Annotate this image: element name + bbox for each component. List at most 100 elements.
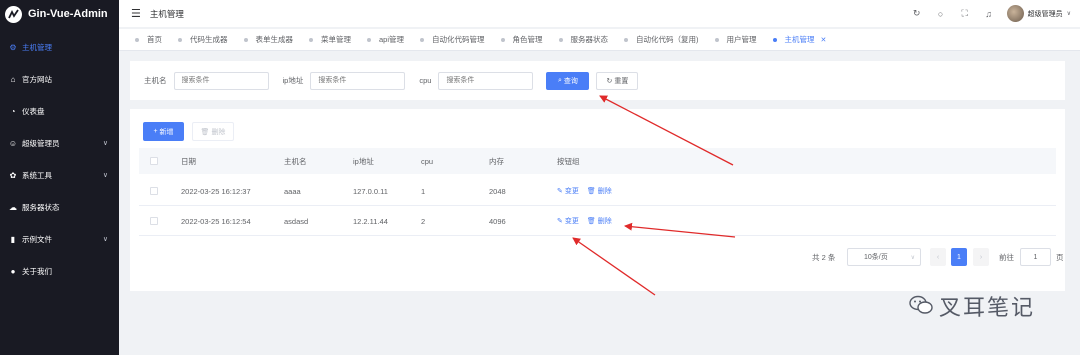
tab-dot-icon (558, 37, 563, 42)
sidebar-item-label: 示例文件 (22, 234, 52, 244)
fullscreen-icon[interactable]: ⛶ (953, 8, 977, 19)
chevron-down-icon: ∨ (102, 140, 108, 147)
page-suffix: 页 (1056, 252, 1064, 262)
sidebar-item-label: 超级管理员 (22, 138, 60, 148)
refresh-icon: ↻ (606, 77, 613, 85)
watermark: 叉耳笔记 (909, 288, 1035, 324)
sidebar-item-example-files[interactable]: ▮ 示例文件 ∨ (0, 223, 119, 255)
page-size-select[interactable]: 10条/页 ∨ (847, 248, 921, 266)
tab-auto-code-management[interactable]: 自动化代码管理 (412, 29, 493, 51)
table-row: 2022-03-25 16:12:37 aaaa 127.0.0.11 1 20… (139, 177, 1056, 206)
sidebar-item-system-tools[interactable]: ✿ 系统工具 ∨ (0, 159, 119, 191)
tab-dot-icon (714, 37, 719, 42)
tab-auto-code-reuse[interactable]: 自动化代码（复用) (616, 29, 707, 51)
select-all-checkbox[interactable] (150, 148, 158, 174)
col-actions: 按钮组 (557, 156, 580, 166)
tab-label: 主机管理 (784, 35, 815, 44)
host-search-input[interactable] (173, 71, 269, 90)
col-host: 主机名 (284, 156, 307, 166)
tab-label: 代码生成器 (190, 35, 228, 44)
sidebar-item-dashboard[interactable]: ◔ 仪表盘 (0, 95, 119, 127)
checkbox[interactable] (150, 157, 158, 165)
search-icon[interactable]: ○ (929, 9, 953, 19)
add-button[interactable]: + 新增 (143, 122, 184, 141)
cell-cpu: 2 (421, 216, 426, 226)
row-checkbox[interactable] (150, 177, 158, 205)
table-card: + 新增 🗑 删除 日期 主机名 ip地址 cpu 内存 按钮组 2022-03-2… (130, 109, 1065, 291)
watermark-text: 叉耳笔记 (939, 296, 1036, 321)
tab-api-management[interactable]: api管理 (359, 29, 412, 51)
gear-icon: ✿ (9, 170, 17, 180)
tab-dot-icon (135, 37, 139, 42)
delete-button[interactable]: 🗑 删除 (192, 122, 234, 141)
sidebar-item-server-status[interactable]: ☁ 服务器状态 (0, 191, 119, 223)
close-icon[interactable]: ✕ (821, 36, 827, 44)
tab-host-management[interactable]: 主机管理 ✕ (765, 29, 835, 51)
logo-icon (5, 5, 22, 23)
row-checkbox[interactable] (150, 207, 158, 235)
menu-toggle-icon[interactable]: ☰ (131, 7, 141, 20)
tab-code-generator[interactable]: 代码生成器 (170, 29, 236, 51)
reset-button[interactable]: ↻ 重置 (596, 71, 639, 90)
header-actions: ↻ ○ ⛶ ♫ 超级管理员 ∨ (905, 0, 1080, 27)
cell-host: aaaa (284, 186, 301, 196)
query-button[interactable]: ⌕ 查询 (546, 71, 590, 90)
tab-label: 自动化代码管理 (432, 35, 485, 44)
tab-dot-icon (178, 37, 182, 42)
edit-button[interactable]: ✎ 变更 (557, 186, 579, 196)
tab-dot-icon (772, 37, 777, 42)
sidebar-item-host-management[interactable]: ⚙ 主机管理 (0, 31, 119, 63)
headset-icon[interactable]: ♫ (977, 9, 1001, 19)
reset-button-label: 重置 (614, 77, 629, 85)
cell-actions: ✎ 变更 🗑 删除 (557, 177, 612, 205)
tab-home[interactable]: 首页 (127, 29, 170, 51)
cpu-search-input[interactable] (438, 71, 534, 90)
page-jump-input[interactable]: 1 (1020, 248, 1051, 266)
table-toolbar: + 新增 🗑 删除 (143, 122, 234, 141)
logo[interactable]: Gin-Vue-Admin (0, 0, 119, 28)
sidebar-item-super-admin[interactable]: ☺ 超级管理员 ∨ (0, 127, 119, 159)
sidebar-item-official-site[interactable]: ⌂ 官方网站 (0, 63, 119, 95)
next-page-button[interactable]: › (973, 248, 989, 266)
tab-role-management[interactable]: 角色管理 (493, 29, 551, 51)
tab-menu-management[interactable]: 菜单管理 (301, 29, 359, 51)
tab-dot-icon (500, 37, 505, 42)
tab-server-status[interactable]: 服务器状态 (551, 29, 617, 51)
chevron-down-icon: ∨ (910, 254, 915, 261)
edit-button[interactable]: ✎ 变更 (557, 216, 579, 226)
sidebar-item-label: 主机管理 (22, 42, 52, 52)
tab-user-management[interactable]: 用户管理 (707, 29, 765, 51)
chevron-down-icon[interactable]: ∨ (1067, 10, 1071, 17)
prev-page-button[interactable]: ‹ (930, 248, 946, 266)
row-delete-button[interactable]: 🗑 删除 (587, 216, 612, 226)
username[interactable]: 超级管理员 (1028, 9, 1063, 19)
checkbox[interactable] (150, 217, 158, 225)
plus-icon: + (153, 128, 158, 135)
tab-form-generator[interactable]: 表单生成器 (236, 29, 302, 51)
page-size-value: 10条/页 (864, 254, 888, 261)
sidebar-item-label: 系统工具 (22, 170, 52, 180)
checkbox[interactable] (150, 187, 158, 195)
tab-dot-icon (367, 37, 371, 42)
tab-dot-icon (624, 37, 629, 42)
sidebar-item-label: 服务器状态 (22, 202, 60, 212)
cell-ip: 127.0.0.11 (353, 186, 388, 196)
breadcrumb: 主机管理 (149, 8, 184, 19)
trash-icon: 🗑 (200, 128, 210, 136)
ip-search-input[interactable] (310, 71, 406, 90)
goto-label: 前往 (999, 252, 1014, 262)
info-icon: ● (10, 266, 16, 276)
tab-bar: 首页 代码生成器 表单生成器 菜单管理 api管理 自动化代码管理 角色管理 服… (119, 29, 1080, 51)
chevron-right-icon: › (979, 253, 983, 261)
ip-label: ip地址 (282, 76, 304, 85)
chevron-left-icon: ‹ (936, 253, 940, 261)
page-button-current[interactable]: 1 (951, 248, 967, 266)
cell-cpu: 1 (421, 186, 426, 196)
avatar[interactable] (1006, 5, 1024, 22)
app-title: Gin-Vue-Admin (28, 8, 108, 20)
row-delete-button[interactable]: 🗑 删除 (587, 186, 612, 196)
refresh-icon[interactable]: ↻ (905, 8, 929, 19)
delete-button-label: 删除 (211, 128, 226, 136)
tab-label: 服务器状态 (570, 35, 609, 44)
sidebar-item-about-us[interactable]: ● 关于我们 (0, 255, 119, 287)
